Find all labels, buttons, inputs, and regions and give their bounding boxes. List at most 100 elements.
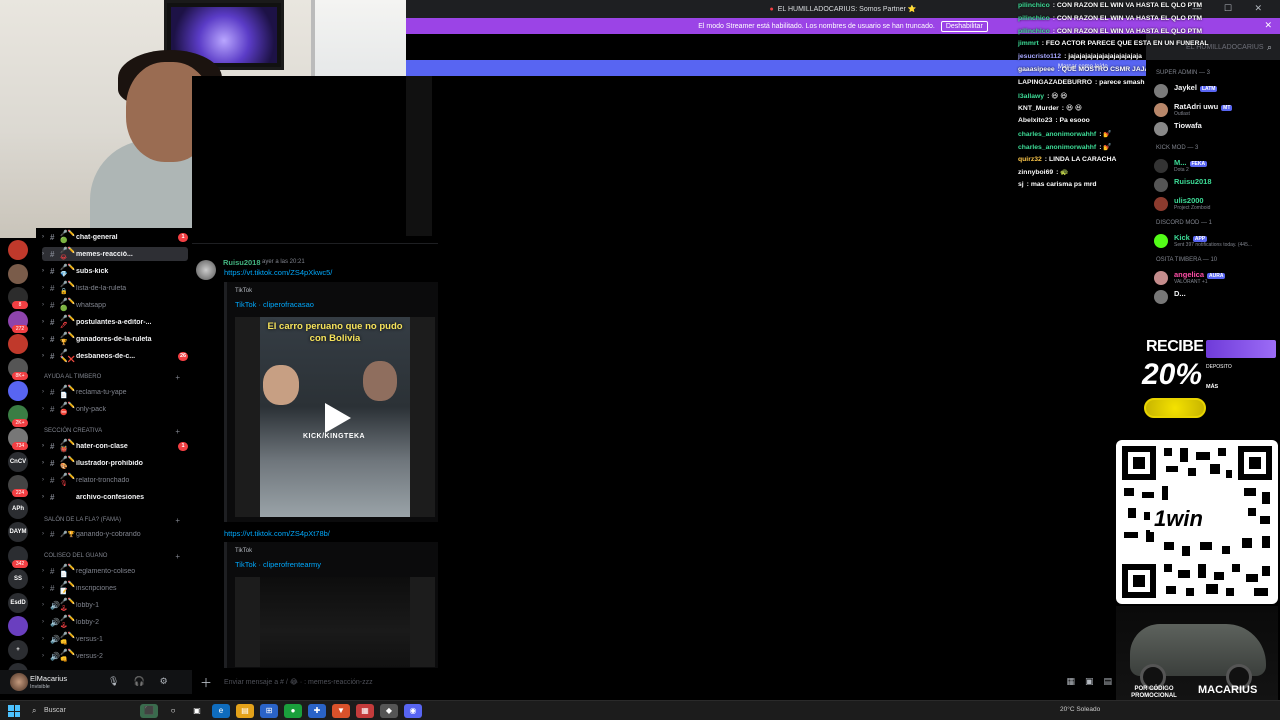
server-icon[interactable] <box>8 334 28 354</box>
server-icon[interactable] <box>8 616 28 636</box>
taskbar: ⌕ Buscar ⬛ ○ ▣ e ▤ ⊞ ● ✚ ▼ ▦ ◆ ◉ 20°C Soleado <box>0 700 1280 720</box>
member-item[interactable]: M... FEKA Dota 2 <box>1154 157 1278 175</box>
close-icon[interactable]: ✕ <box>1264 20 1272 31</box>
embed-title[interactable]: TikTok · cliperofrentearmy <box>235 560 321 569</box>
window-controls[interactable]: — ☐ ✕ <box>1192 3 1272 14</box>
member-item[interactable]: Tiowafa <box>1154 120 1278 138</box>
windows-start-icon[interactable] <box>8 705 20 717</box>
channel-item[interactable]: › # 🎤✏️😂 memes-reacció... <box>42 247 188 261</box>
taskbar-app-icon[interactable]: ▦ <box>356 704 374 718</box>
channel-emoji: 🎤✏️🟢 <box>60 231 75 244</box>
video-player[interactable]: El carro peruano que no pudo con Bolivia… <box>235 317 435 517</box>
taskbar-app-icon[interactable]: ⬛ <box>140 704 158 718</box>
server-icon[interactable]: EsdD <box>8 592 28 613</box>
taskbar-app-icon[interactable]: ▼ <box>332 704 350 718</box>
taskbar-app-icon[interactable]: ✚ <box>308 704 326 718</box>
channel-item[interactable]: › # 🎤✏️🎨 ilustrador-prohibido <box>42 456 188 470</box>
tiktok-link-1[interactable]: https://vt.tiktok.com/ZS4pXkwc5/ <box>224 268 332 277</box>
chat-text: : LINDA LA CARACHA <box>1044 155 1117 163</box>
user-name[interactable]: ElMacarius <box>30 674 67 683</box>
taskbar-app-icon[interactable]: e <box>212 704 230 718</box>
member-name: M... FEKA <box>1174 158 1208 167</box>
channel-item[interactable]: › # 🎤✏️📝 inscripciones <box>42 581 188 595</box>
channel-item[interactable]: › # 🎤✏️🏆 ganadores-de-la-ruleta <box>42 332 188 346</box>
channel-item[interactable]: › # 🎤✏️📄 reglamento-coliseo <box>42 564 188 578</box>
taskbar-app-icon[interactable]: ● <box>284 704 302 718</box>
plus-icon[interactable]: + <box>175 516 180 525</box>
attach-icon[interactable]: ＋ <box>200 674 212 691</box>
tiktok-link-2[interactable]: https://vt.tiktok.com/ZS4pXt78b/ <box>224 529 330 538</box>
plus-icon[interactable]: + <box>175 427 180 436</box>
channel-category[interactable]: SECCIÓN CREATIVA + <box>44 427 184 436</box>
taskbar-app-icon[interactable]: ▤ <box>236 704 254 718</box>
channel-item[interactable]: › # 🎤✏️🖊 postulantes-a-editor-... <box>42 315 188 329</box>
member-item[interactable]: angelica AURA VALORANT +1 <box>1154 269 1278 287</box>
channel-category[interactable]: SALÓN DE LA FLA? (FAMA) + <box>44 516 184 525</box>
taskbar-app-icon[interactable]: ▣ <box>188 704 206 718</box>
channel-item[interactable]: › 🔊 🎤✏️🕹 lobby-1 <box>42 598 188 612</box>
chat-line: sj: mas carisma ps mrd <box>1018 181 1097 188</box>
server-icon[interactable]: APh <box>8 498 28 519</box>
plus-icon[interactable]: + <box>175 552 180 561</box>
server-icon[interactable] <box>8 381 28 401</box>
channel-item[interactable]: › # 🎤✏️🎙 relator-tronchado <box>42 473 188 487</box>
member-name: Kick APP <box>1174 233 1208 242</box>
channel-item[interactable]: › # 🎤✏️⛔ only-pack <box>42 402 188 416</box>
channel-item[interactable]: › 🔊 🎤✏️🕹 lobby-2 <box>42 615 188 629</box>
taskbar-app-icon[interactable]: ◉ <box>404 704 422 718</box>
play-icon[interactable] <box>325 403 351 433</box>
channel-category[interactable]: COLISEO DEL GUANO + <box>44 552 184 561</box>
channel-name: desbaneos-de-c... <box>76 352 136 360</box>
channel-item[interactable]: › # 🎤✏️❌ desbaneos-de-c... 26 <box>42 349 188 363</box>
chat-username: pilinchico <box>1018 27 1050 35</box>
channel-item[interactable]: › # 🎤✏️🔒 lista-de-la-ruleta <box>42 281 188 295</box>
member-tag: LATM <box>1199 86 1218 92</box>
channel-item[interactable]: › 🔊 🎤✏️👊 versus-1 <box>42 632 188 646</box>
category-title: AYUDA AL TIMBERO <box>44 374 102 380</box>
channel-item[interactable]: › 🔊 🎤✏️👊 versus-2 <box>42 649 188 663</box>
category-title: SALÓN DE LA FLA? (FAMA) <box>44 517 122 523</box>
server-badge: 342 <box>12 559 28 568</box>
member-item[interactable]: RatAdri uwu MT Outlast <box>1154 101 1278 119</box>
channel-item[interactable]: › # 🎤✏️🟢 whatsapp <box>42 298 188 312</box>
member-item[interactable]: ulis2000 Project Zomboid <box>1154 195 1278 213</box>
video-player[interactable] <box>235 577 435 667</box>
channel-item[interactable]: › # archivo-confesiones <box>42 490 188 504</box>
disable-streamer-button[interactable]: Deshabilitar <box>940 20 988 32</box>
channel-name: archivo-confesiones <box>76 493 145 501</box>
channel-item[interactable]: › # 🎤✏️👹 hater-con-clase 1 <box>42 439 188 453</box>
voice-controls-icons[interactable]: 🎙 🎧 ⚙ <box>108 676 174 687</box>
weather-widget[interactable]: 20°C Soleado <box>1060 706 1100 713</box>
user-avatar[interactable] <box>10 673 28 691</box>
member-item[interactable]: D... <box>1154 288 1278 306</box>
channel-item[interactable]: › # 🎤✏️🟢 chat-general 1 <box>42 230 188 244</box>
server-icon[interactable] <box>8 263 28 284</box>
taskbar-app-icon[interactable]: ⊞ <box>260 704 278 718</box>
server-icon[interactable]: CnCV <box>8 451 28 472</box>
message-composer[interactable]: ＋ Enviar mensaje a # / 😂 · : memes-reacc… <box>192 670 1146 694</box>
composer-placeholder[interactable]: Enviar mensaje a # / 😂 · : memes-reacció… <box>224 678 373 686</box>
channel-item[interactable]: › # 🎤✏️📄 reclama-tu-yape <box>42 385 188 399</box>
channel-item[interactable]: › # 🎤✏️💎 subs-kick <box>42 264 188 278</box>
message-author[interactable]: Ruisu2018 <box>223 258 261 267</box>
member-avatar <box>1154 159 1168 173</box>
plus-icon[interactable]: + <box>175 373 180 382</box>
taskbar-app-icon[interactable]: ○ <box>164 704 182 718</box>
taskbar-search[interactable]: ⌕ Buscar <box>28 704 134 718</box>
server-icon[interactable]: SS <box>8 569 28 589</box>
server-icon[interactable]: DAYM <box>8 522 28 542</box>
taskbar-app-icon[interactable]: ◆ <box>380 704 398 718</box>
member-item[interactable]: Jaykel LATM <box>1154 82 1278 100</box>
avatar[interactable] <box>196 260 216 280</box>
member-item[interactable]: Kick APP Sent 397 notifications today. (44… <box>1154 232 1278 250</box>
chat-line: charles_anonimorwahhf: 💅 <box>1018 143 1112 151</box>
embed-title[interactable]: TikTok · cliperofracasao <box>235 300 314 309</box>
promo-recibe: RECIBE <box>1146 338 1204 355</box>
member-item[interactable]: Ruisu2018 <box>1154 176 1278 194</box>
server-icon[interactable] <box>8 240 28 260</box>
channel-category[interactable]: AYUDA AL TIMBERO + <box>44 373 184 382</box>
streamer-mode-text: El modo Streamer está habilitado. Los no… <box>698 22 935 30</box>
channel-item[interactable]: › # 🎤🏆 ganando-y-cobrando <box>42 527 188 541</box>
server-icon[interactable]: + <box>8 639 28 660</box>
search-icon[interactable]: ⌕ <box>1267 42 1272 53</box>
